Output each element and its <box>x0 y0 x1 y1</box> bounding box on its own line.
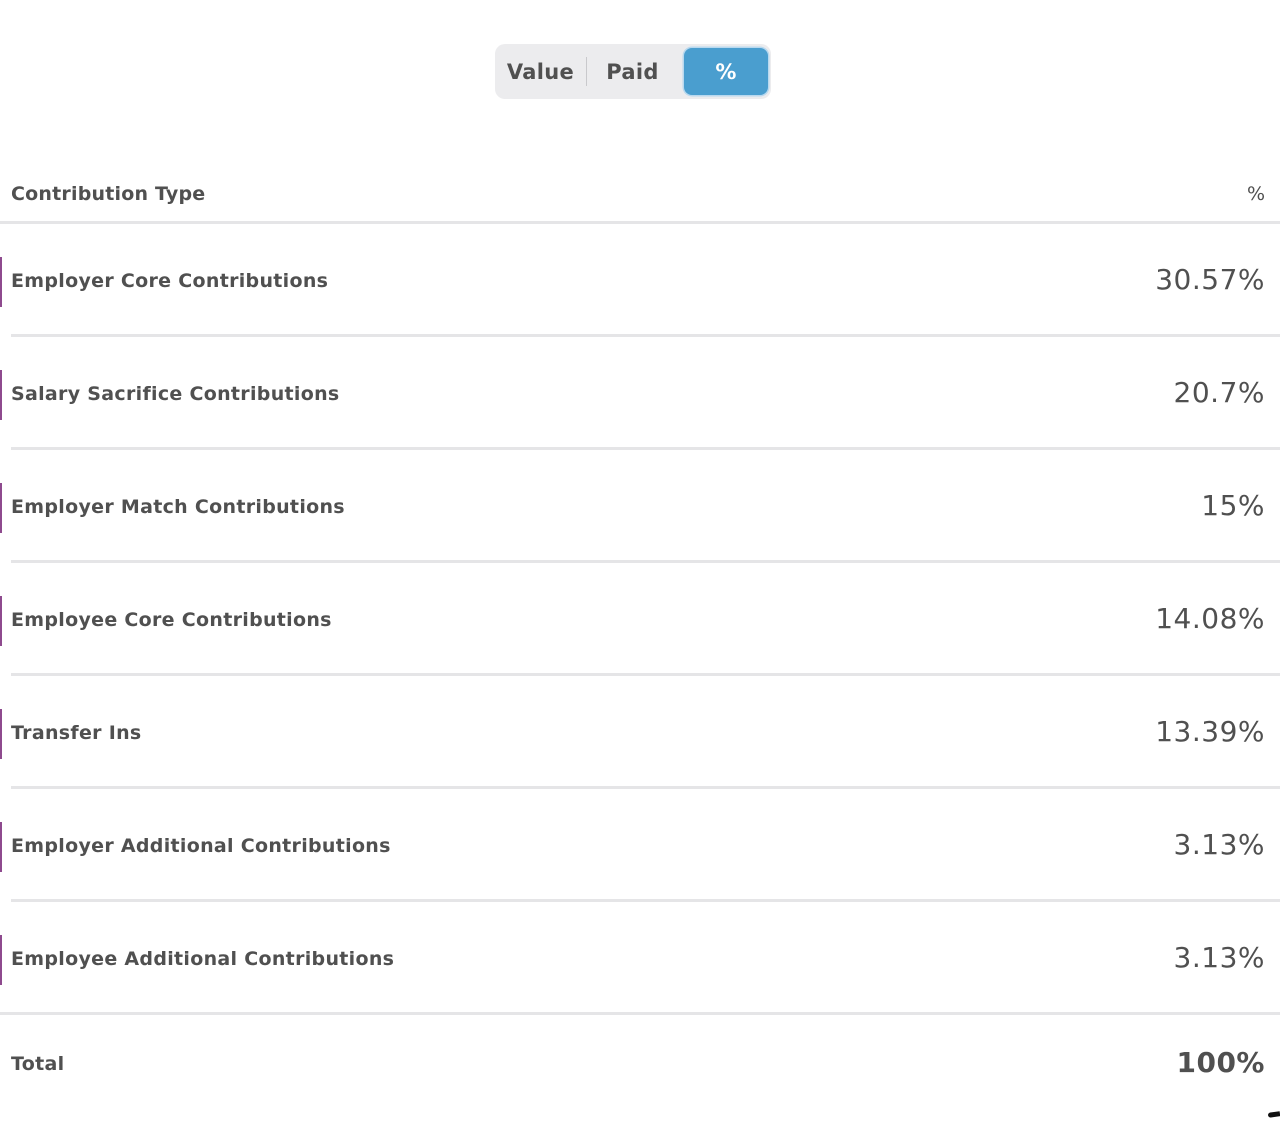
row-color-marker <box>0 935 2 985</box>
row-percent: 3.13% <box>1173 941 1265 974</box>
table-row[interactable]: Employer Additional Contributions 3.13% <box>0 789 1280 902</box>
row-label: Salary Sacrifice Contributions <box>11 383 340 405</box>
row-percent: 13.39% <box>1155 715 1265 748</box>
row-color-marker <box>0 483 2 533</box>
contributions-table: Contribution Type % Employer Core Contri… <box>0 164 1280 1109</box>
row-color-marker <box>0 822 2 872</box>
row-percent: 14.08% <box>1155 602 1265 635</box>
row-label: Employer Match Contributions <box>11 496 345 518</box>
row-percent: 30.57% <box>1155 263 1265 296</box>
row-label: Employee Additional Contributions <box>11 948 395 970</box>
row-label: Employer Core Contributions <box>11 270 329 292</box>
row-label: Transfer Ins <box>11 722 142 744</box>
row-percent: 3.13% <box>1173 828 1265 861</box>
row-percent: 20.7% <box>1173 376 1265 409</box>
segment-percent[interactable]: % <box>684 48 768 95</box>
column-header-contribution-type: Contribution Type <box>11 183 206 205</box>
table-row[interactable]: Salary Sacrifice Contributions 20.7% <box>0 337 1280 450</box>
row-color-marker <box>0 709 2 759</box>
table-total-row: Total 100% <box>0 1015 1280 1109</box>
total-label: Total <box>11 1053 65 1075</box>
row-label: Employer Additional Contributions <box>11 835 391 857</box>
segment-paid[interactable]: Paid <box>587 48 678 95</box>
view-mode-segmented-control: Value Paid % <box>495 44 771 99</box>
edge-artifact <box>1267 1111 1280 1118</box>
row-color-marker <box>0 596 2 646</box>
segment-value[interactable]: Value <box>495 48 586 95</box>
table-row[interactable]: Employee Core Contributions 14.08% <box>0 563 1280 676</box>
row-color-marker <box>0 370 2 420</box>
row-label: Employee Core Contributions <box>11 609 332 631</box>
column-header-percent: % <box>1246 183 1265 205</box>
row-color-marker <box>0 257 2 307</box>
table-row[interactable]: Employer Match Contributions 15% <box>0 450 1280 563</box>
table-row[interactable]: Employer Core Contributions 30.57% <box>0 224 1280 337</box>
table-row[interactable]: Employee Additional Contributions 3.13% <box>0 902 1280 1015</box>
table-row[interactable]: Transfer Ins 13.39% <box>0 676 1280 789</box>
row-percent: 15% <box>1201 489 1265 522</box>
total-percent: 100% <box>1176 1046 1265 1079</box>
table-header: Contribution Type % <box>0 164 1280 224</box>
